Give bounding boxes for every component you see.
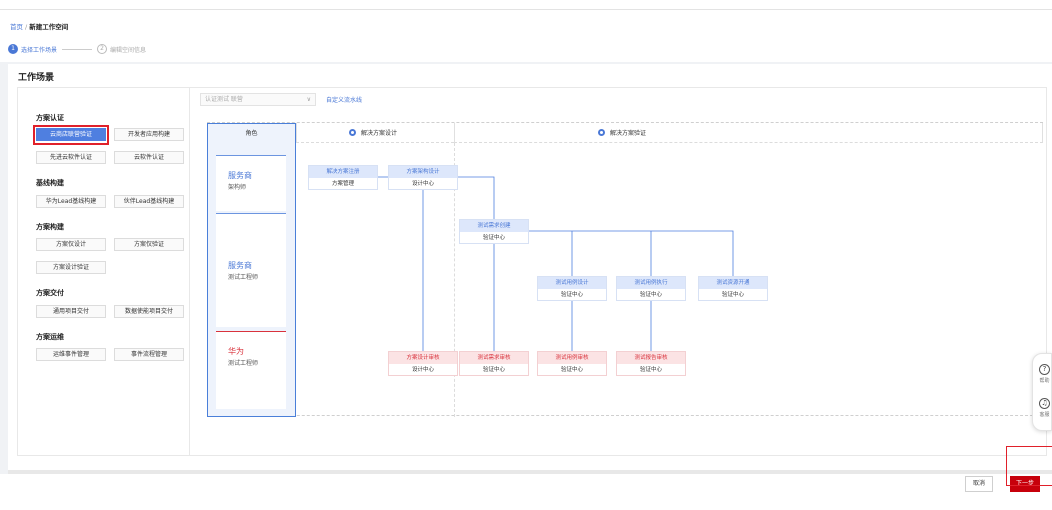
phase-design-header: 解决方案设计: [296, 123, 454, 143]
scenario-chip[interactable]: 运维事件管理: [36, 348, 106, 361]
scenario-chip[interactable]: 先进云软件认证: [36, 151, 106, 164]
breadcrumb-home-link[interactable]: 首页: [10, 23, 23, 31]
roles-header: 角色: [245, 130, 258, 137]
node-sub: 设计中心: [411, 181, 434, 187]
help-label: 帮助: [1039, 378, 1050, 384]
floating-help-panel: ? 帮助 ♫ 客服: [1032, 353, 1052, 431]
custom-pipeline-link[interactable]: 自定义流水线: [326, 95, 362, 104]
node-title: 测试用例设计: [538, 277, 606, 289]
scenario-chip[interactable]: 华为Lead基线构建: [36, 195, 106, 208]
help-icon: ?: [1039, 364, 1050, 375]
section-title: 工作场景: [18, 73, 55, 83]
footer-bar: 取消 下一步: [0, 474, 1052, 510]
category-title: 方案认证: [36, 114, 64, 122]
selection-highlight-box: [33, 125, 109, 145]
scenario-list: 方案认证 云商店联营验证 开发者应用构建 先进云软件认证 云软件认证 基线构建 …: [18, 88, 190, 455]
role-name: 服务商: [228, 261, 252, 270]
role-sub: 测试工程师: [228, 274, 259, 281]
step-2-label: 编辑空间信息: [110, 46, 147, 54]
node-title: 测试需求审核: [460, 352, 528, 364]
headset-icon: ♫: [1039, 398, 1050, 409]
step-1-label: 选择工作场景: [21, 46, 58, 54]
node-sub: 验证中心: [721, 292, 744, 298]
category-title: 基线构建: [36, 179, 64, 187]
scenario-chip[interactable]: 数据使能项目交付: [114, 305, 184, 318]
top-bar: [0, 0, 1052, 10]
flow-diagram: 角色 服务商 架构师 服务商 测试工程师 华为 测试工程师 解决方案设计 解决方…: [207, 122, 1043, 417]
role-card: 服务商 架构师: [216, 155, 286, 211]
breadcrumb: 首页 / 新建工作空间: [10, 21, 68, 31]
roles-column: 角色 服务商 架构师 服务商 测试工程师 华为 测试工程师: [207, 123, 296, 417]
role-card: 服务商 测试工程师: [216, 213, 286, 327]
breadcrumb-current: 新建工作空间: [29, 23, 69, 31]
node-title: 测试资源开通: [699, 277, 767, 289]
node-title: 方案设计审核: [389, 352, 457, 364]
node-title: 测试报告审核: [617, 352, 685, 364]
step-indicator: 1 选择工作场景 2 编辑空间信息: [8, 44, 146, 54]
flow-node[interactable]: 解决方案注册 方案管理: [308, 165, 378, 190]
flow-node-audit[interactable]: 测试需求审核 验证中心: [459, 351, 529, 376]
scenario-chip[interactable]: 方案仅验证: [114, 238, 184, 251]
service-button[interactable]: ♫ 客服: [1036, 398, 1052, 418]
role-card: 华为 测试工程师: [216, 331, 286, 409]
flow-node[interactable]: 测试资源开通 验证中心: [698, 276, 768, 301]
next-highlight-box: [1006, 446, 1052, 486]
node-sub: 验证中心: [482, 367, 505, 373]
page-header: 首页 / 新建工作空间 1 选择工作场景 2 编辑空间信息: [0, 10, 1052, 62]
flow-node[interactable]: 测试用例设计 验证中心: [537, 276, 607, 301]
filter-value: 认证测试 联营: [205, 96, 243, 103]
node-sub: 方案管理: [331, 181, 354, 187]
role-name: 华为: [228, 347, 244, 356]
phase-label: 解决方案设计: [361, 130, 398, 137]
step-connector: [62, 48, 93, 50]
node-title: 方案架构设计: [389, 166, 457, 178]
flow-node-audit[interactable]: 测试用例审核 验证中心: [537, 351, 607, 376]
radio-icon[interactable]: [349, 129, 356, 136]
chevron-down-icon: ∨: [306, 96, 311, 103]
scenario-chip[interactable]: 开发者应用构建: [114, 128, 184, 141]
node-sub: 设计中心: [411, 367, 434, 373]
node-title: 解决方案注册: [309, 166, 377, 178]
flow-node-audit[interactable]: 方案设计审核 设计中心: [388, 351, 458, 376]
radio-icon[interactable]: [598, 129, 605, 136]
help-button[interactable]: ? 帮助: [1036, 364, 1052, 384]
phase-verify-header: 解决方案验证: [454, 123, 1043, 143]
scenario-chip[interactable]: 伙伴Lead基线构建: [114, 195, 184, 208]
category-title: 方案构建: [36, 223, 64, 231]
node-sub: 验证中心: [639, 367, 662, 373]
service-label: 客服: [1039, 412, 1050, 418]
breadcrumb-separator: /: [25, 23, 28, 31]
node-sub: 验证中心: [482, 235, 505, 241]
role-sub: 测试工程师: [228, 360, 259, 367]
scenario-chip[interactable]: 方案仅设计: [36, 238, 106, 251]
node-title: 测试用例审核: [538, 352, 606, 364]
category-title: 方案运维: [36, 333, 64, 341]
scenario-chip[interactable]: 方案设计验证: [36, 261, 106, 274]
scenario-panel: 方案认证 云商店联营验证 开发者应用构建 先进云软件认证 云软件认证 基线构建 …: [17, 87, 1047, 456]
flow-node-audit[interactable]: 测试报告审核 验证中心: [616, 351, 686, 376]
cancel-button[interactable]: 取消: [965, 476, 993, 492]
flow-node[interactable]: 方案架构设计 设计中心: [388, 165, 458, 190]
category-title: 方案交付: [36, 289, 64, 297]
step-2-marker: 2: [97, 44, 108, 54]
role-sub: 架构师: [228, 184, 247, 191]
node-title: 测试需求创建: [460, 220, 528, 232]
flow-node[interactable]: 测试需求创建 验证中心: [459, 219, 529, 244]
node-sub: 验证中心: [560, 367, 583, 373]
scenario-chip[interactable]: 通用项目交付: [36, 305, 106, 318]
scenario-chip[interactable]: 事件流程管理: [114, 348, 184, 361]
step-1-marker: 1: [8, 44, 18, 54]
scenario-card: 工作场景 方案认证 云商店联营验证 开发者应用构建 先进云软件认证 云软件认证 …: [8, 64, 1052, 470]
scenario-filter-select[interactable]: 认证测试 联营 ∨: [200, 93, 316, 106]
node-title: 测试用例执行: [617, 277, 685, 289]
node-sub: 验证中心: [639, 292, 662, 298]
flow-node[interactable]: 测试用例执行 验证中心: [616, 276, 686, 301]
scenario-chip[interactable]: 云软件认证: [114, 151, 184, 164]
phase-label: 解决方案验证: [610, 130, 647, 137]
node-sub: 验证中心: [560, 292, 583, 298]
role-name: 服务商: [228, 171, 252, 180]
